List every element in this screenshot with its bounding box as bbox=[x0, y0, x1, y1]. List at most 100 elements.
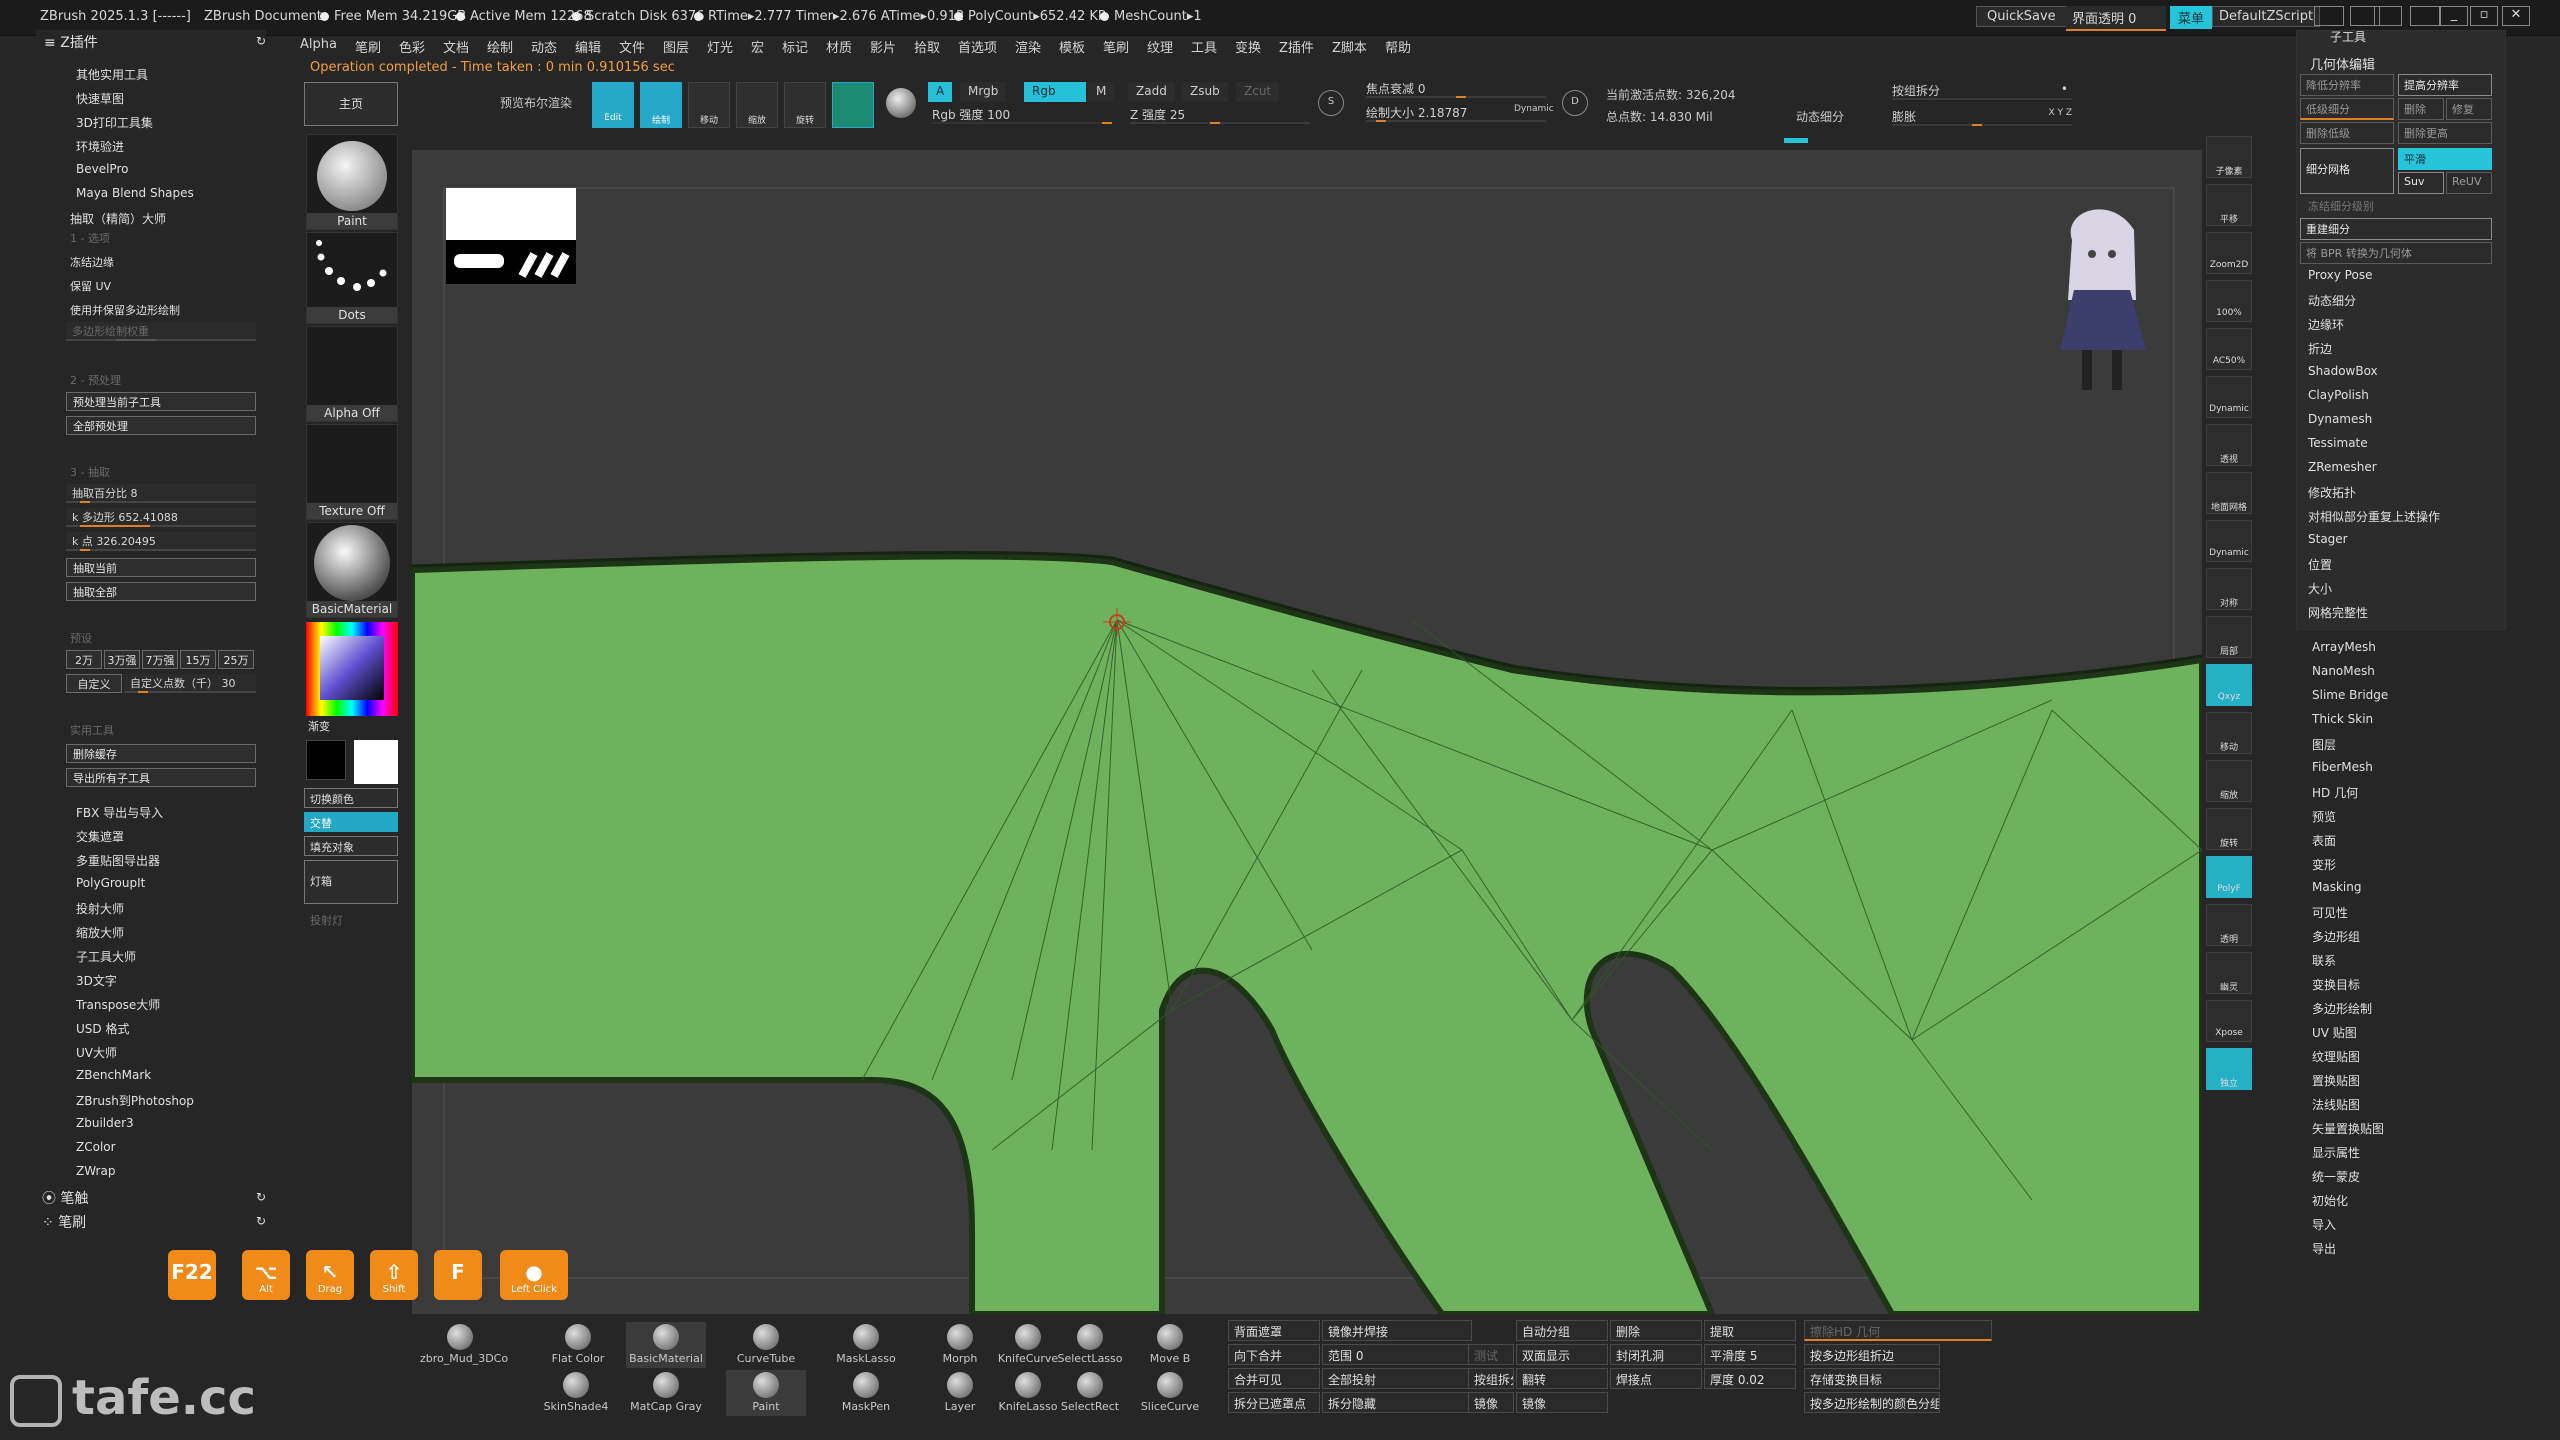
custom-button[interactable]: 自定义 bbox=[66, 674, 122, 693]
plugin-item-6[interactable]: 抽取（精简）大师 bbox=[70, 210, 166, 227]
focal-shift-slider[interactable]: 焦点衰减 0 bbox=[1366, 80, 1546, 98]
shelf-button-15[interactable]: PolyF bbox=[2206, 856, 2252, 898]
refresh-icon[interactable]: ↻ bbox=[256, 34, 266, 48]
tool-menu-item-9[interactable]: 变形 bbox=[2312, 856, 2336, 873]
shelf-button-5[interactable]: Dynamic bbox=[2206, 376, 2252, 418]
bottom-c6-1[interactable]: 按多边形组折边 bbox=[1804, 1344, 1940, 1365]
menu-item-3[interactable]: 文档 bbox=[443, 37, 469, 56]
geometry-item-5[interactable]: ClayPolish bbox=[2308, 388, 2369, 402]
menu-item-18[interactable]: 笔刷 bbox=[1103, 37, 1129, 56]
shelf-button-2[interactable]: Zoom2D bbox=[2206, 232, 2252, 274]
geometry-item-9[interactable]: 修改拓扑 bbox=[2308, 484, 2356, 501]
bottom-c5-1[interactable]: 平滑度 5 bbox=[1704, 1344, 1796, 1365]
brush-slot-3[interactable]: CurveTube bbox=[726, 1322, 806, 1368]
dynamic-label[interactable]: Dynamic bbox=[1514, 104, 1554, 114]
shelf-button-0[interactable]: 子像素 bbox=[2206, 136, 2252, 178]
z-intensity-slider[interactable]: Z 强度 25 bbox=[1130, 106, 1310, 124]
shelf-button-4[interactable]: AC50% bbox=[2206, 328, 2252, 370]
shelf-button-9[interactable]: 对称 bbox=[2206, 568, 2252, 610]
menu-item-8[interactable]: 图层 bbox=[663, 37, 689, 56]
geometry-item-11[interactable]: Stager bbox=[2308, 532, 2348, 546]
freeze-subdiv-button[interactable]: 冻结细分级别 bbox=[2308, 198, 2374, 214]
default-zscript-button[interactable]: DefaultZScript bbox=[2212, 6, 2321, 27]
tool-menu-item-11[interactable]: 可见性 bbox=[2312, 904, 2348, 921]
tool-menu-item-10[interactable]: Masking bbox=[2312, 880, 2361, 894]
tool-menu-item-3[interactable]: Thick Skin bbox=[2312, 712, 2373, 726]
tool-menu-item-22[interactable]: 统一蒙皮 bbox=[2312, 1168, 2360, 1185]
menu-item-1[interactable]: 笔刷 bbox=[355, 37, 381, 56]
geometry-item-14[interactable]: 网格完整性 bbox=[2308, 604, 2368, 621]
tool-menu-item-20[interactable]: 矢量置换贴图 bbox=[2312, 1120, 2384, 1137]
window-layout4-icon[interactable] bbox=[2410, 6, 2440, 26]
plugin-item2-10[interactable]: UV大师 bbox=[76, 1044, 117, 1061]
bottom-c4-0[interactable]: 删除 bbox=[1610, 1320, 1702, 1341]
bottom-c2-2[interactable]: 全部投射 bbox=[1322, 1368, 1472, 1389]
bottom-c5-2[interactable]: 厚度 0.02 bbox=[1704, 1368, 1796, 1389]
fix-button[interactable]: 修复 bbox=[2446, 98, 2492, 120]
decimate-current-button[interactable]: 抽取当前 bbox=[66, 558, 256, 577]
stroke-thumbnail[interactable]: Dots bbox=[306, 232, 398, 324]
plugin-item2-2[interactable]: 多重贴图导出器 bbox=[76, 852, 160, 869]
plugin-item2-9[interactable]: USD 格式 bbox=[76, 1020, 129, 1037]
menu-item-21[interactable]: 变换 bbox=[1235, 37, 1261, 56]
alternate-button[interactable]: 交替 bbox=[304, 812, 398, 832]
bpr-to-geo-button[interactable]: 将 BPR 转换为几何体 bbox=[2300, 242, 2492, 264]
plugin-item2-3[interactable]: PolyGroupIt bbox=[76, 876, 145, 890]
bottom-c5-0[interactable]: 提取 bbox=[1704, 1320, 1796, 1341]
freeze-border-toggle[interactable]: 冻结边缘 bbox=[70, 254, 114, 270]
tool-menu-item-5[interactable]: FiberMesh bbox=[2312, 760, 2373, 774]
subtool-label[interactable]: 子工具 bbox=[2330, 28, 2366, 45]
sphere-icon[interactable] bbox=[886, 88, 916, 118]
plugin-item-5[interactable]: Maya Blend Shapes bbox=[76, 186, 194, 200]
menu-item-11[interactable]: 标记 bbox=[782, 37, 808, 56]
menu-item-16[interactable]: 渲染 bbox=[1015, 37, 1041, 56]
lower-res-button[interactable]: 降低分辨率 bbox=[2300, 74, 2394, 96]
plugin-item2-15[interactable]: ZWrap bbox=[76, 1164, 115, 1178]
tool-menu-item-21[interactable]: 显示属性 bbox=[2312, 1144, 2360, 1161]
bottom-c2b-2[interactable]: 镜像 bbox=[1468, 1392, 1514, 1413]
tool-menu-item-14[interactable]: 变换目标 bbox=[2312, 976, 2360, 993]
delete-cache-button[interactable]: 删除缓存 bbox=[66, 744, 256, 763]
plugin-item2-6[interactable]: 子工具大师 bbox=[76, 948, 136, 965]
plugin-item2-0[interactable]: FBX 导出与导入 bbox=[76, 804, 163, 821]
d-icon[interactable]: D bbox=[1562, 90, 1588, 116]
erase-hd-slider[interactable]: 擦除HD 几何 bbox=[1804, 1320, 1992, 1341]
plugin-item2-8[interactable]: Transpose大师 bbox=[76, 996, 160, 1013]
bottom-c3-3[interactable]: 镜像 bbox=[1516, 1392, 1608, 1413]
plugin-item2-14[interactable]: ZColor bbox=[76, 1140, 116, 1154]
fill-object-button[interactable]: 填充对象 bbox=[304, 836, 398, 856]
geometry-item-7[interactable]: Tessimate bbox=[2308, 436, 2368, 450]
kpolys-slider[interactable]: k 多边形 652.41088 bbox=[66, 508, 256, 527]
bottom-c4-1[interactable]: 封闭孔洞 bbox=[1610, 1344, 1702, 1365]
menu-item-14[interactable]: 拾取 bbox=[914, 37, 940, 56]
shelf-button-7[interactable]: 地面网格 bbox=[2206, 472, 2252, 514]
bottom-c2b-1[interactable]: 按组拆分 bbox=[1468, 1368, 1514, 1389]
zsub-toggle[interactable]: Zsub bbox=[1182, 82, 1228, 102]
divide-button[interactable]: 细分网格 bbox=[2300, 148, 2394, 194]
plugin-item2-11[interactable]: ZBenchMark bbox=[76, 1068, 151, 1082]
reuv-toggle[interactable]: ReUV bbox=[2446, 172, 2492, 194]
shelf-button-16[interactable]: 透明 bbox=[2206, 904, 2252, 946]
menu-item-6[interactable]: 编辑 bbox=[575, 37, 601, 56]
brush-slot-16[interactable]: SliceCurve bbox=[1130, 1370, 1210, 1416]
plugin-item2-1[interactable]: 交集遮罩 bbox=[76, 828, 124, 845]
brush-slot-15[interactable]: SelectRect bbox=[1050, 1370, 1130, 1416]
tool-menu-item-2[interactable]: Slime Bridge bbox=[2312, 688, 2388, 702]
brush-slot-9[interactable]: SkinShade4 bbox=[536, 1370, 616, 1416]
tool-menu-item-17[interactable]: 纹理贴图 bbox=[2312, 1048, 2360, 1065]
menu-item-5[interactable]: 动态 bbox=[531, 37, 557, 56]
custom-points-slider[interactable]: 自定义点数（千） 30 bbox=[124, 674, 256, 693]
brush-slot-7[interactable]: SelectLasso bbox=[1050, 1322, 1130, 1368]
inflate-slider[interactable]: 膨胀 X Y Z bbox=[1892, 108, 2072, 126]
shelf-button-19[interactable]: 独立 bbox=[2206, 1048, 2252, 1090]
plugin-item2-13[interactable]: Zbuilder3 bbox=[76, 1116, 134, 1130]
geometry-header[interactable]: 几何体编辑 bbox=[2310, 54, 2375, 73]
brush-slot-10[interactable]: MatCap Gray bbox=[626, 1370, 706, 1416]
rgb-intensity-slider[interactable]: Rgb 强度 100 bbox=[932, 106, 1112, 124]
menu-item-24[interactable]: 帮助 bbox=[1385, 37, 1411, 56]
menu-item-9[interactable]: 灯光 bbox=[707, 37, 733, 56]
menu-item-4[interactable]: 绘制 bbox=[487, 37, 513, 56]
preset-button-4[interactable]: 25万 bbox=[218, 650, 254, 669]
shelf-button-6[interactable]: 透视 bbox=[2206, 424, 2252, 466]
gizmo-button[interactable] bbox=[832, 82, 874, 128]
